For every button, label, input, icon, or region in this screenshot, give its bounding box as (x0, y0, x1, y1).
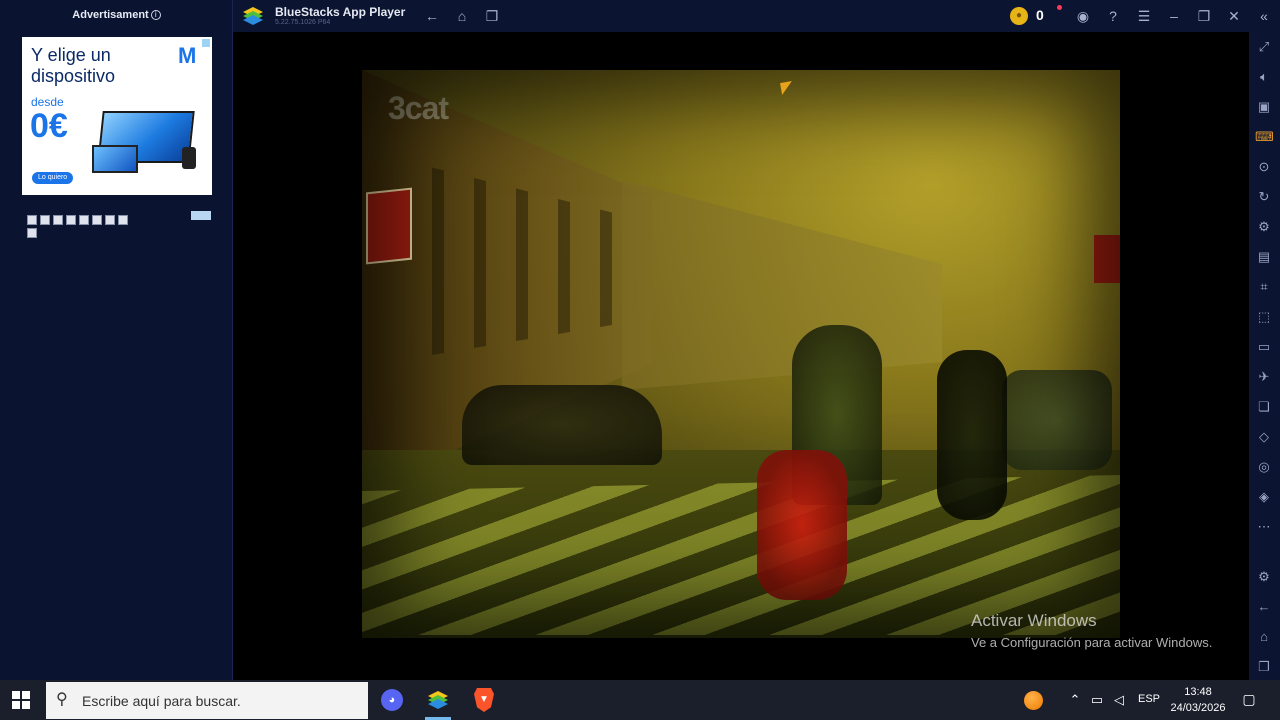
broken-image-icon (66, 215, 76, 225)
taskbar-app-discord[interactable]: ◕ (371, 680, 413, 720)
ad-choices-icon[interactable] (191, 211, 211, 220)
mouse-cursor-icon (780, 81, 794, 95)
ad-banner[interactable]: Y elige un dispositivo M desde 0€ Lo qui… (22, 37, 212, 195)
notifications-icon[interactable]: ▢ (1240, 690, 1258, 708)
bluestacks-icon (428, 691, 448, 709)
network-icon[interactable]: ▭ (1088, 690, 1106, 710)
macro-icon[interactable]: ⚙ (1255, 218, 1273, 236)
emulator-screen[interactable]: 3cat (233, 32, 1249, 680)
discord-icon: ◕ (381, 689, 403, 711)
ad-headline: Y elige un dispositivo (31, 45, 116, 86)
broken-image-icon (40, 215, 50, 225)
video-vignette (362, 70, 1120, 638)
activation-subtitle: Ve a Configuración para activar Windows. (971, 635, 1213, 650)
volume-icon[interactable]: 🔈︎ (1255, 68, 1273, 86)
taskbar-search[interactable]: ⚲ Escribe aquí para buscar. (46, 682, 368, 719)
taskbar-app-brave[interactable]: ▼ (463, 680, 505, 720)
broken-image-icon (92, 215, 102, 225)
account-icon[interactable]: ◉ (1074, 7, 1092, 25)
home-icon[interactable]: ⌂ (453, 7, 471, 25)
multi-window-icon[interactable]: ❏ (1255, 398, 1273, 416)
broken-image-icons (27, 215, 137, 238)
right-toolbar: ⤢ 🔈︎ ▣ ⌨ ⊙ ↻ ⚙ ▤ ⌗ ⬚ ▭ ✈ ❏ ◇ ◎ ◈ ⋯ ⚙ ← ⌂… (1249, 32, 1280, 680)
ad-choices-icon[interactable] (202, 39, 210, 47)
search-placeholder: Escribe aquí para buscar. (82, 693, 241, 709)
taskbar-clock[interactable]: 13:48 24/03/2026 (1166, 684, 1230, 716)
taskbar-app-bluestacks[interactable] (417, 680, 459, 720)
broken-image-icon (118, 215, 128, 225)
windows-activation-notice: Activar Windows Ve a Configuración para … (971, 611, 1212, 650)
windows-start-icon[interactable] (12, 691, 30, 709)
brand-logo-icon: M (178, 43, 197, 68)
layers-icon[interactable]: ◈ (1255, 488, 1273, 506)
restore-icon[interactable]: ❐ (1195, 7, 1213, 25)
speaker-icon[interactable]: ◁ (1110, 690, 1128, 710)
more-icon[interactable]: ⋯ (1255, 518, 1273, 536)
menu-icon[interactable]: ☰ (1135, 7, 1153, 25)
close-icon[interactable]: ✕ (1225, 7, 1243, 25)
ad-price: 0€ (30, 107, 68, 145)
laptop-image (92, 145, 138, 173)
airplane-icon[interactable]: ✈ (1255, 368, 1273, 386)
apk-icon[interactable]: ▤ (1255, 248, 1273, 266)
ad-label-text: Advertisament (72, 9, 149, 21)
help-icon[interactable]: ? (1104, 7, 1122, 25)
media-icon[interactable]: ▣ (1255, 98, 1273, 116)
keyboard-icon[interactable]: ⌨ (1255, 128, 1274, 146)
broken-image-icon (79, 215, 89, 225)
broken-image-icon (105, 215, 115, 225)
folder-icon[interactable]: ▭ (1255, 338, 1273, 356)
desktop-screen: Advertisament i Y elige un dispositivo M … (0, 0, 1280, 720)
notification-dot (1057, 5, 1062, 10)
back-icon[interactable]: ← (1255, 598, 1273, 616)
collapse-sidebar-icon[interactable]: « (1255, 7, 1273, 25)
location-icon[interactable]: ◎ (1255, 458, 1273, 476)
minimize-icon[interactable]: – (1165, 7, 1183, 25)
search-icon: ⚲ (56, 691, 68, 708)
bluestacks-titlebar: BlueStacks App Player 5.22.75.1026 P64 ←… (233, 0, 1280, 32)
broken-image-icon (27, 228, 37, 238)
back-arrow-icon[interactable]: ← (423, 7, 441, 25)
ad-sidebar: Advertisament i Y elige un dispositivo M … (0, 0, 233, 680)
resize-icon[interactable]: ⬚ (1255, 308, 1273, 326)
window-title: BlueStacks App Player (275, 5, 406, 19)
home-icon[interactable]: ⌂ (1255, 628, 1273, 646)
input-language[interactable]: ESP (1138, 693, 1160, 705)
ad-cta-button[interactable]: Lo quiero (32, 172, 74, 184)
settings-icon[interactable]: ⚙ (1255, 568, 1273, 586)
coin-count: 0 (1036, 7, 1044, 23)
ad-label: Advertisament i (0, 9, 233, 21)
tray-app-icon[interactable] (1024, 691, 1043, 710)
record-icon[interactable]: ⊙ (1255, 158, 1273, 176)
window-version: 5.22.75.1026 P64 (275, 19, 331, 26)
clock-time: 13:48 (1184, 686, 1212, 698)
recents-icon[interactable]: ❐ (1255, 658, 1273, 676)
fullscreen-icon[interactable]: ⤢ (1255, 38, 1273, 56)
rotate-icon[interactable]: ↻ (1255, 188, 1273, 206)
broken-image-icon (53, 215, 63, 225)
clock-date: 24/03/2026 (1170, 702, 1226, 714)
watch-image (182, 147, 196, 169)
ad-info-icon[interactable]: i (150, 10, 161, 21)
eco-mode-icon[interactable]: ◇ (1255, 428, 1273, 446)
bluestacks-logo-icon (243, 7, 263, 25)
video-frame[interactable]: 3cat (362, 70, 1120, 638)
brave-icon: ▼ (474, 688, 494, 712)
coin-icon[interactable]: ● (1010, 7, 1028, 25)
broken-image-icon (27, 215, 37, 225)
screenshot-icon[interactable]: ⌗ (1255, 278, 1273, 296)
activation-title: Activar Windows (971, 611, 1097, 630)
show-hidden-icons-icon[interactable]: ⌃ (1066, 690, 1084, 710)
multi-instance-icon[interactable]: ❐ (483, 7, 501, 25)
